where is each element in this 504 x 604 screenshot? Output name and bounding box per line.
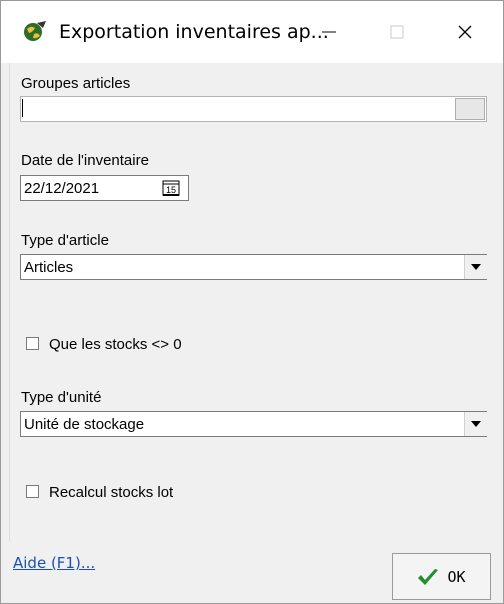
date-value: 22/12/2021 (24, 179, 100, 197)
close-icon (458, 25, 472, 39)
recalcul-checkbox-label: Recalcul stocks lot (49, 484, 174, 501)
type-article-label: Type d'article (21, 232, 109, 249)
app-globe-icon (24, 21, 46, 41)
type-article-dropdown-button[interactable] (464, 255, 487, 279)
close-button[interactable] (433, 1, 497, 63)
stocks-checkbox[interactable] (26, 337, 39, 350)
type-article-value: Articles (24, 258, 74, 276)
frame-divider (9, 63, 10, 541)
text-caret (22, 99, 23, 117)
chevron-down-icon (471, 264, 481, 270)
ok-label: OK (447, 567, 466, 586)
type-unite-select[interactable]: Unité de stockage (20, 411, 487, 437)
calendar-button[interactable]: 15 (156, 177, 186, 199)
calendar-glyph: 15 (166, 185, 176, 195)
minimize-button[interactable] (297, 1, 361, 63)
minimize-icon (322, 31, 336, 33)
title-bar: Exportation inventaires ap... (1, 1, 503, 63)
maximize-icon (390, 25, 404, 39)
stocks-checkbox-label: Que les stocks <> 0 (49, 336, 182, 353)
type-unite-dropdown-button[interactable] (464, 412, 487, 436)
window-title: Exportation inventaires ap... (59, 21, 329, 43)
maximize-button[interactable] (365, 1, 429, 63)
recalcul-checkbox[interactable] (26, 485, 39, 498)
export-dialog: Exportation inventaires ap... Groupes ar… (0, 0, 504, 604)
help-link[interactable]: Aide (F1)... (13, 554, 95, 572)
chevron-down-icon (471, 421, 481, 427)
groups-input[interactable] (20, 96, 487, 122)
checkmark-icon (418, 568, 439, 585)
type-unite-value: Unité de stockage (24, 415, 145, 433)
groups-label: Groupes articles (21, 75, 131, 92)
type-article-select[interactable]: Articles (20, 254, 487, 280)
ok-button[interactable]: OK (392, 553, 491, 600)
calendar-icon: 15 (162, 180, 180, 196)
date-label: Date de l'inventaire (21, 152, 149, 169)
groups-browse-button[interactable] (455, 98, 485, 120)
type-unite-label: Type d'unité (21, 389, 102, 406)
